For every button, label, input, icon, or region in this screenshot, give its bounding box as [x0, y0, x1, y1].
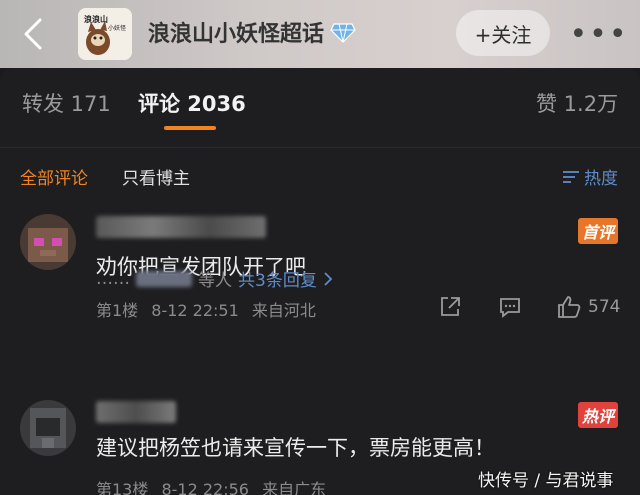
sort-by-hot-button[interactable]: 热度	[562, 164, 618, 189]
fox-demon-logo-icon: 浪浪山 小妖怪	[78, 8, 132, 60]
hot-comment-badge: 热评	[578, 402, 619, 428]
like-button[interactable]: 574	[556, 294, 620, 320]
topic-logo[interactable]: 浪浪山 小妖怪	[78, 8, 132, 60]
comment-floor: 第1楼	[96, 301, 139, 320]
sort-label: 热度	[584, 169, 618, 189]
commenter-name-blurred[interactable]	[96, 216, 266, 238]
sort-icon	[563, 170, 579, 183]
back-button[interactable]	[16, 14, 50, 54]
blurred-avatar-icon	[20, 214, 76, 270]
topic-title[interactable]: 浪浪山小妖怪超话	[148, 16, 356, 48]
reply-button[interactable]	[498, 295, 522, 319]
svg-text:浪浪山: 浪浪山	[84, 14, 108, 24]
first-comment-badge: 首评	[578, 218, 619, 244]
top-bar: 浪浪山 小妖怪 浪浪山小妖怪超话 +关注 •••	[0, 0, 640, 68]
back-arrow-icon	[24, 18, 42, 50]
tab-reposts[interactable]: 转发 171	[22, 88, 111, 118]
divider	[0, 147, 640, 148]
comment-time: 8-12 22:56	[161, 480, 249, 495]
blurred-avatar-icon	[20, 400, 76, 456]
like-count: 574	[588, 297, 621, 317]
reply-suffix: 等人	[198, 271, 232, 291]
more-options-button[interactable]: •••	[569, 14, 626, 54]
thumbs-up-icon	[558, 296, 581, 318]
comment-meta: 第1楼 8-12 22:51 来自河北	[96, 297, 316, 321]
share-button[interactable]	[438, 295, 462, 319]
comment-floor: 第13楼	[96, 480, 149, 495]
replier-name-blurred	[136, 270, 192, 287]
tab-likes[interactable]: 赞 1.2万	[536, 88, 618, 118]
filter-all-comments[interactable]: 全部评论	[20, 164, 88, 189]
tab-comments[interactable]: 评论 2036	[138, 88, 246, 118]
reply-preview[interactable]: …… 等人 共3条回复	[96, 266, 333, 291]
svg-text:小妖怪: 小妖怪	[108, 24, 126, 32]
active-tab-indicator	[164, 126, 216, 130]
commenter-avatar[interactable]	[20, 400, 76, 456]
share-icon	[441, 297, 460, 316]
commenter-name-blurred[interactable]	[96, 401, 176, 423]
filter-author-only[interactable]: 只看博主	[122, 164, 190, 189]
reply-ellipsis: ……	[96, 268, 130, 289]
comment-meta: 第13楼 8-12 22:56 来自广东	[96, 476, 326, 495]
comment-location: 来自广东	[262, 480, 327, 495]
comment-location: 来自河北	[251, 301, 316, 320]
chevron-right-icon	[324, 271, 333, 286]
follow-button[interactable]: +关注	[456, 10, 550, 56]
comment-text: 建议把杨笠也请来宣传一下，票房能更高！	[96, 436, 495, 460]
topic-title-text: 浪浪山小妖怪超话	[148, 22, 325, 47]
commenter-avatar[interactable]	[20, 214, 76, 270]
diamond-badge-icon	[330, 23, 356, 43]
comment-icon	[500, 298, 520, 318]
source-watermark: 快传号 / 与君说事	[478, 471, 614, 491]
view-replies-link[interactable]: 共3条回复	[238, 266, 317, 291]
comment-time: 8-12 22:51	[151, 301, 239, 320]
